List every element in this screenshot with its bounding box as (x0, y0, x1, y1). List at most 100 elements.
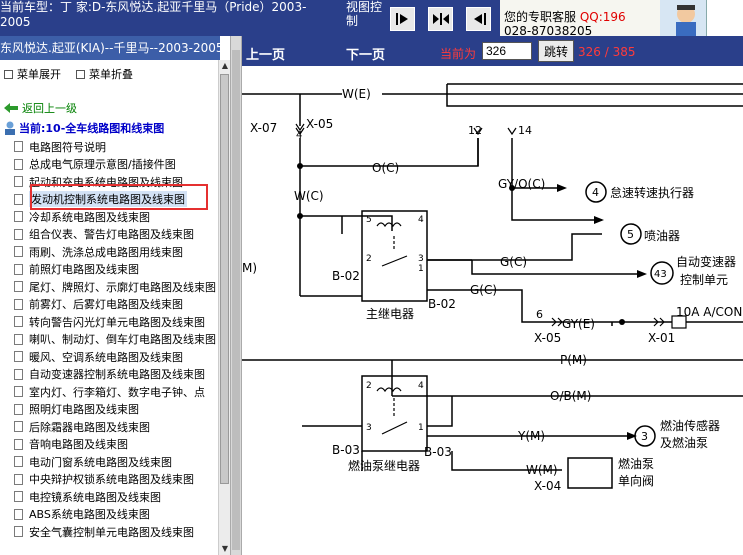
section-list-item[interactable]: 电控镜系统电路图及线束图 (8, 488, 218, 506)
section-list-item[interactable]: ABS系统电路图及线束图 (8, 506, 218, 524)
section-list-item-label: 安全气囊控制单元电路图及线束图 (29, 525, 194, 539)
section-list-item-label: 雨刷、洗涤总成电路图用线束图 (29, 245, 183, 259)
speech-bubble: 字! (706, 0, 743, 36)
qq-number[interactable]: QQ:196 (580, 10, 626, 24)
section-list-item[interactable]: 冷却系统电路图及线束图 (8, 208, 218, 226)
label-b02-left: B-02 (332, 269, 360, 283)
section-list-item-label: 总成电气原理示意图/插接件图 (29, 158, 176, 172)
section-list-item-label: 组合仪表、警告灯电路图及线束图 (29, 228, 194, 242)
section-list-item-label: 电控镜系统电路图及线束图 (29, 490, 161, 504)
section-list-item[interactable]: 前雾灯、后雾灯电路图及线束图 (8, 296, 218, 314)
section-list-item[interactable]: 总成电气原理示意图/插接件图 (8, 156, 218, 174)
section-list-item[interactable]: 后除霜器电路图及线束图 (8, 418, 218, 436)
section-list-item-label: 照明灯电路图及线束图 (29, 403, 139, 417)
label-idle-actuator: 怠速转速执行器 (610, 185, 694, 200)
section-list-item[interactable]: 组合仪表、警告灯电路图及线束图 (8, 226, 218, 244)
actual-size-button[interactable] (466, 7, 491, 31)
document-icon (14, 316, 23, 328)
document-icon (14, 351, 23, 363)
section-list-item[interactable]: 尾灯、牌照灯、示廓灯电路图及线束图 (8, 278, 218, 296)
wiring-diagram: W(E) X-07 X-05 4 12 14 O(C) W(C) GY/O(C)… (242, 83, 743, 493)
back-arrow-icon (4, 103, 18, 113)
section-list-item-label: 中央辩护权锁系统电路图及线束图 (29, 473, 194, 487)
section-list-item-label: 尾灯、牌照灯、示廓灯电路图及线束图 (29, 280, 216, 294)
label-pump-relay-pin-1: 1 (418, 423, 424, 433)
label-x05-bottom: X-05 (534, 331, 561, 345)
section-list-item[interactable]: 室内灯、行李箱灯、数字电子钟、点 (8, 383, 218, 401)
label-gc-1: G(C) (500, 255, 527, 269)
label-fuel-sensor-1: 燃油传感器 (660, 418, 720, 433)
check-valve-box (567, 457, 613, 489)
label-b03-left: B-03 (332, 443, 360, 457)
page-number-input[interactable] (482, 42, 532, 60)
document-icon (14, 193, 23, 205)
document-icon (14, 263, 23, 275)
fit-page-button[interactable] (390, 7, 415, 31)
section-list-item-label: 喇叭、制动灯、倒车灯电路图及线束图 (29, 333, 216, 347)
scroll-up-icon[interactable]: ▲ (219, 60, 230, 72)
label-pin-6: 6 (536, 308, 543, 321)
label-x01: X-01 (648, 331, 675, 345)
section-list-item-label: 前雾灯、后雾灯电路图及线束图 (29, 298, 183, 312)
section-list-item-label: 电路图符号说明 (29, 140, 106, 154)
label-pin-4: 4 (296, 130, 302, 141)
section-list-item[interactable]: 音响电路图及线束图 (8, 436, 218, 454)
expand-label: 菜单展开 (17, 68, 61, 81)
document-icon (14, 246, 23, 258)
section-list-item[interactable]: 电路图符号说明 (8, 138, 218, 156)
bubble-text: 字! (709, 3, 729, 19)
label-wm: W(M) (526, 463, 558, 477)
label-we: W(E) (342, 87, 371, 101)
label-ym: Y(M) (517, 429, 545, 443)
label-c43: 43 (654, 269, 667, 280)
current-section-label: 当前:10-全车线路图和线束图 (19, 122, 165, 135)
document-icon (14, 368, 23, 380)
prev-page-link[interactable]: 上一页 (246, 44, 285, 63)
document-icon (14, 491, 23, 503)
label-pump-relay-pin-3: 3 (366, 423, 372, 433)
expand-menu-button[interactable]: 菜单展开 (4, 66, 61, 82)
back-link[interactable]: 返回上一级 (4, 100, 77, 116)
label-pump-relay: 燃油泵继电器 (348, 458, 420, 473)
label-gc-2: G(C) (470, 283, 497, 297)
document-icon (14, 386, 23, 398)
splitter-thumb[interactable] (232, 50, 240, 550)
section-list-item[interactable]: 雨刷、洗涤总成电路图用线束图 (8, 243, 218, 261)
section-list-item-label: 电动门窗系统电路图及线束图 (29, 455, 172, 469)
section-list-item[interactable]: 照明灯电路图及线束图 (8, 401, 218, 419)
phone-number: 028-87038205 (504, 24, 593, 36)
view-control-label: 视图控制 (346, 0, 383, 28)
scroll-thumb[interactable] (220, 74, 229, 484)
label-relay-pin-1: 1 (418, 264, 424, 274)
label-relay-pin-3: 3 (418, 254, 424, 264)
section-list-item[interactable]: 喇叭、制动灯、倒车灯电路图及线束图 (8, 331, 218, 349)
document-icon (14, 228, 23, 240)
section-list-item[interactable]: 电动门窗系统电路图及线束图 (8, 453, 218, 471)
customer-service-line: 您的专职客服 QQ:196 (504, 8, 626, 25)
document-icon (14, 421, 23, 433)
section-list-item[interactable]: 中央辩护权锁系统电路图及线束图 (8, 471, 218, 489)
document-icon (14, 141, 23, 153)
label-pin-14: 14 (518, 124, 532, 137)
catalog-scrollbar[interactable]: ▲ ▼ (218, 60, 230, 555)
scroll-down-icon[interactable]: ▼ (219, 543, 230, 555)
document-icon (14, 281, 23, 293)
section-list-item[interactable]: 前照灯电路图及线束图 (8, 261, 218, 279)
section-list-item[interactable]: 转向警告闪光灯单元电路图及线束图 (8, 313, 218, 331)
section-list-item[interactable]: 自动变速器控制系统电路图及线束图 (8, 366, 218, 384)
section-list-item-label: 前照灯电路图及线束图 (29, 263, 139, 277)
page-count: 326 / 385 (578, 45, 636, 59)
label-wc: W(C) (294, 189, 324, 203)
label-pump-relay-pin-2: 2 (366, 381, 372, 391)
next-page-link[interactable]: 下一页 (346, 44, 385, 63)
section-list-item[interactable]: 暖风、空调系统电路图及线束图 (8, 348, 218, 366)
current-page-label: 当前为 (440, 47, 477, 61)
collapse-menu-button[interactable]: 菜单折叠 (76, 66, 133, 82)
label-fuse: 10A A/CON (676, 305, 742, 319)
document-icon (14, 158, 23, 170)
section-list-item[interactable]: 安全气囊控制单元电路图及线束图 (8, 523, 218, 541)
fit-width-button[interactable] (428, 7, 453, 31)
jump-button[interactable]: 跳转 (538, 40, 574, 62)
document-icon (14, 438, 23, 450)
panel-splitter[interactable] (230, 36, 242, 555)
